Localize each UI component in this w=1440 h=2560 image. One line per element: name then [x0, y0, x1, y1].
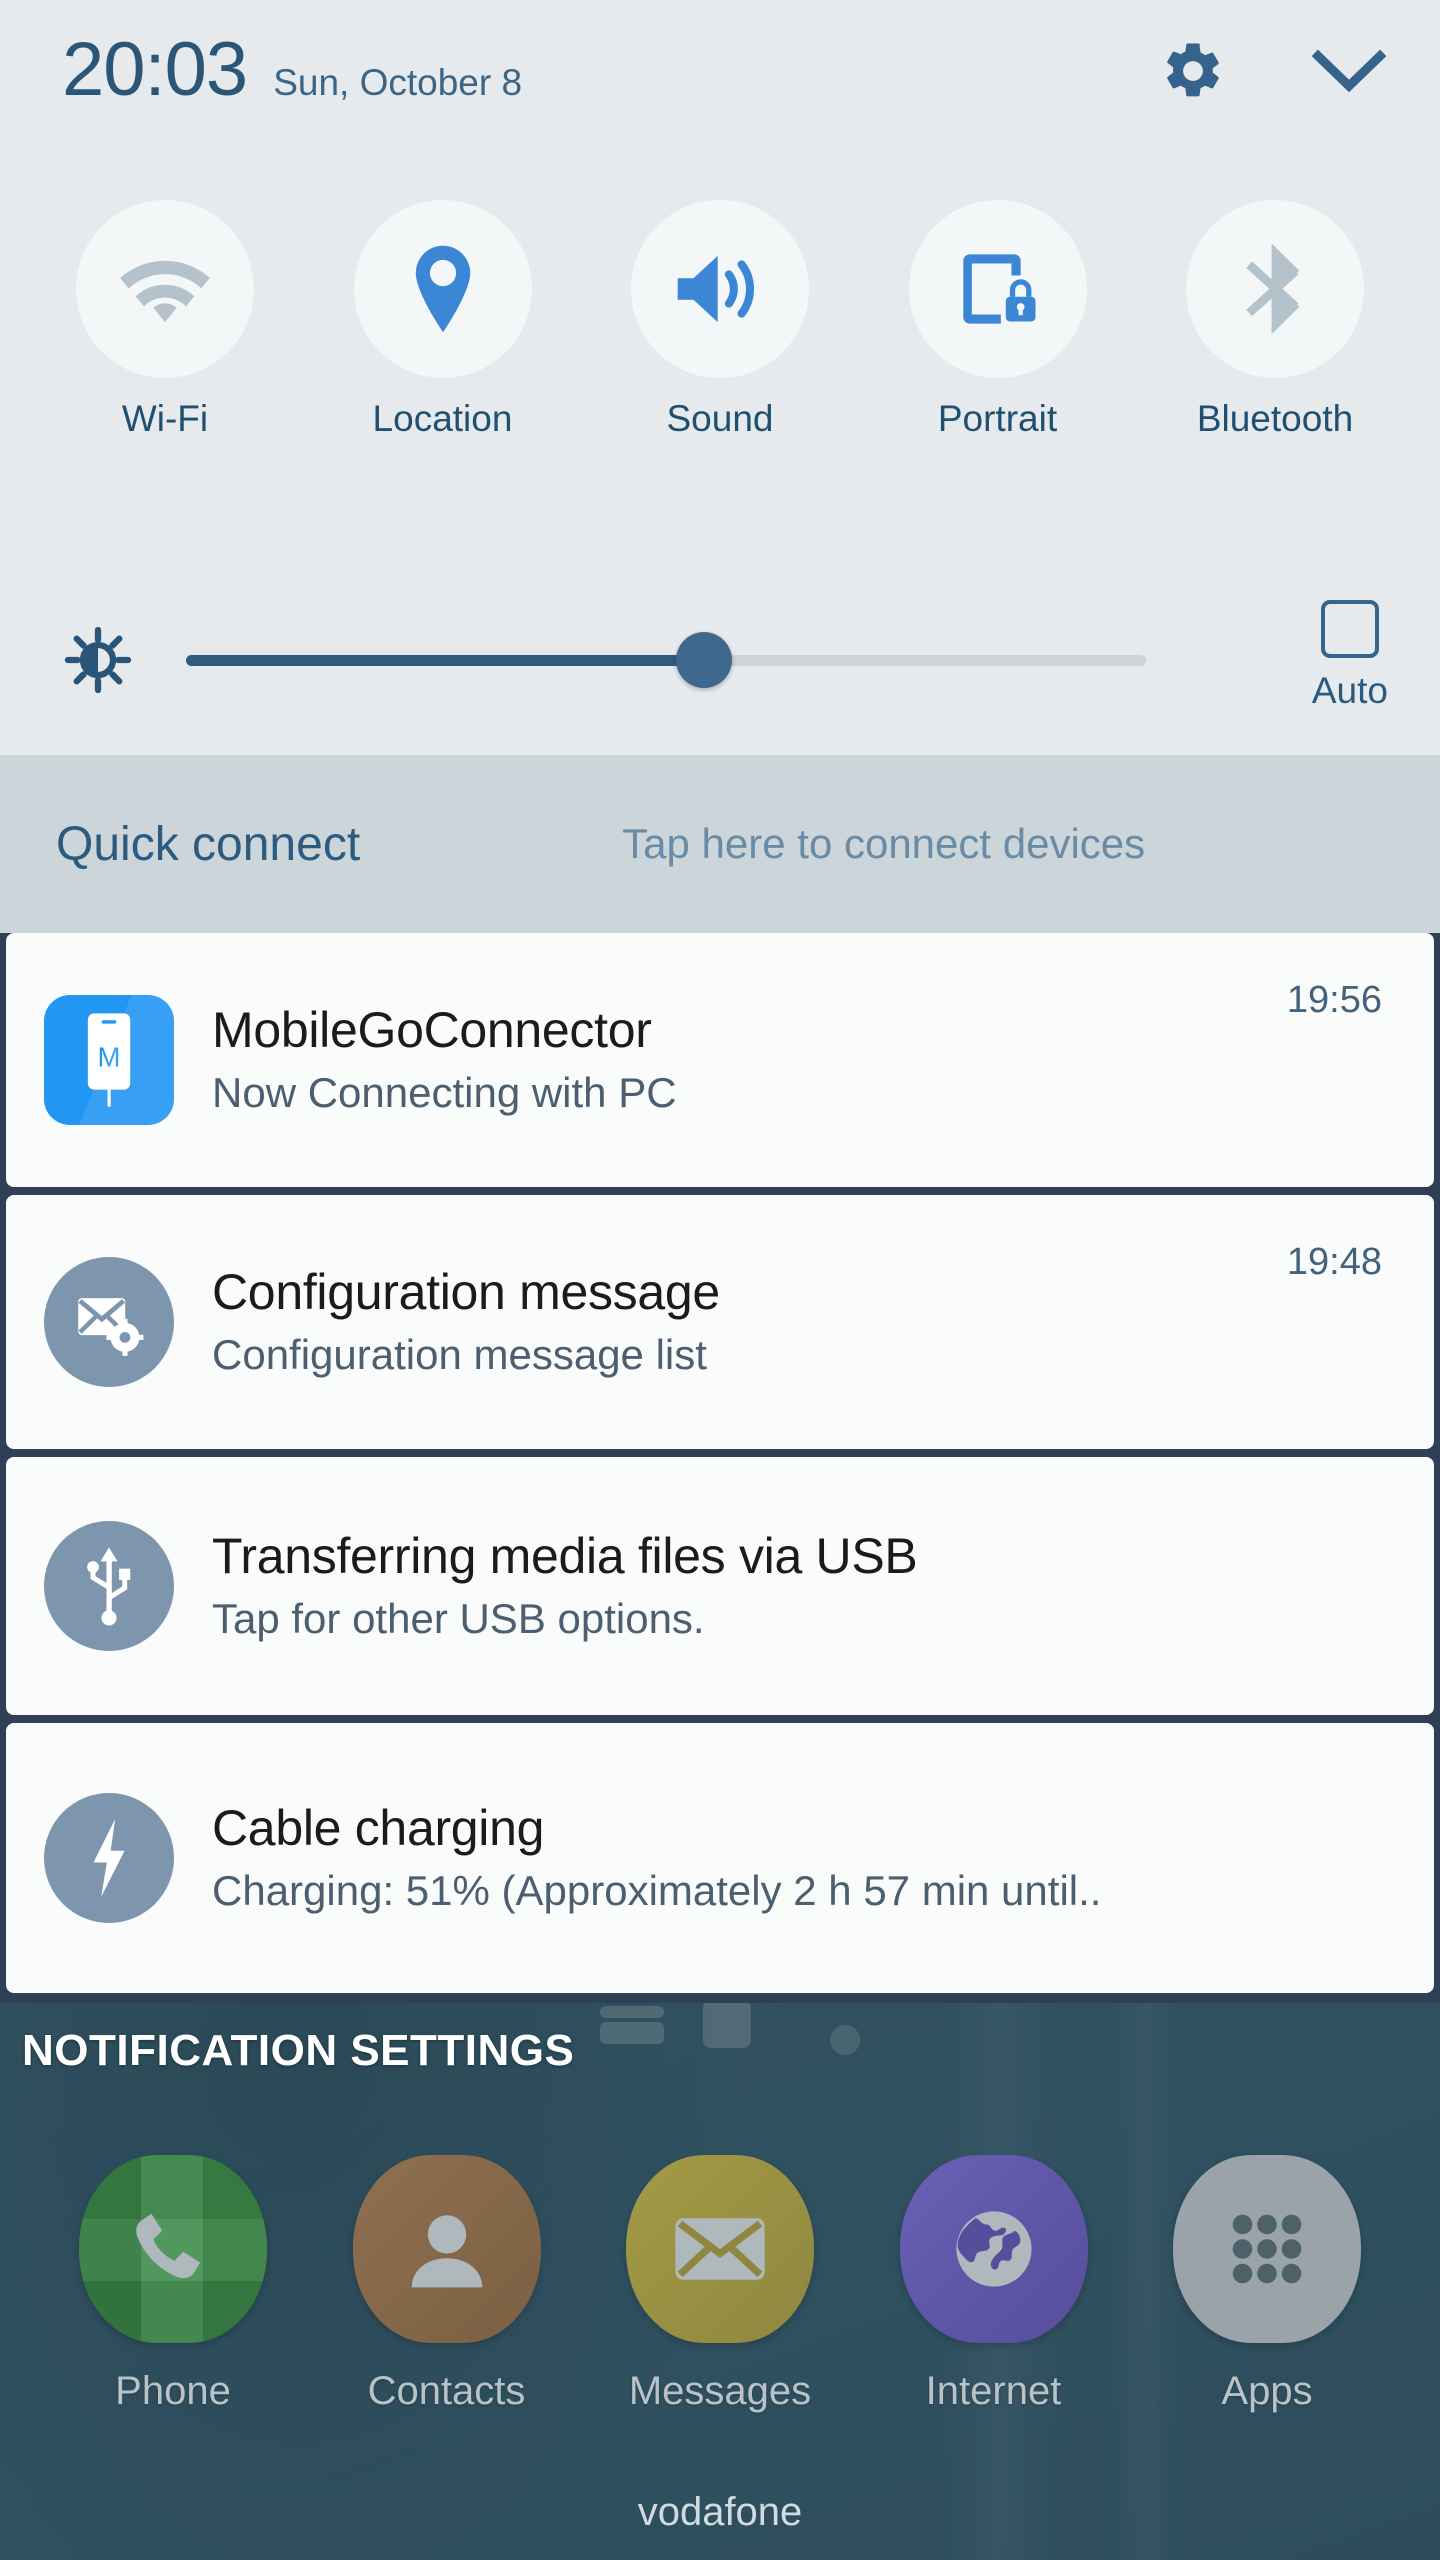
notification-item[interactable]: Transferring media files via USB Tap for… [6, 1457, 1434, 1715]
brightness-row [0, 590, 1440, 730]
app-grid-icon [1173, 2155, 1361, 2343]
quick-connect-hint: Tap here to connect devices [622, 820, 1146, 867]
notification-text: Configuration message list [212, 1331, 707, 1379]
carrier-label: vodafone [637, 2490, 803, 2534]
notification-settings-row[interactable]: NOTIFICATION SETTINGS [0, 2003, 1440, 2099]
toggle-label: Sound [666, 398, 774, 439]
toggle-circle [353, 200, 532, 378]
envelope-icon [626, 2155, 814, 2343]
quick-toggle-row: Wi-Fi Location Sound Portrait Bluetooth [0, 200, 1440, 440]
notification-list: M MobileGoConnector Now Connecting with … [0, 933, 1440, 2003]
toggle-label: Wi-Fi [121, 398, 209, 439]
auto-brightness-label: Auto [1311, 670, 1388, 711]
dock-label: Apps [1221, 2369, 1313, 2413]
dock-label: Contacts [367, 2369, 526, 2413]
toggle-circle [631, 200, 809, 378]
notification-time: 19:48 [1286, 1241, 1382, 1283]
speaker-icon [677, 255, 754, 323]
quick-toggle-portrait[interactable]: Portrait [873, 200, 1123, 440]
toggle-label: Bluetooth [1196, 398, 1354, 439]
header-icons [1160, 38, 1386, 104]
notification-icon-slot [6, 1793, 212, 1923]
notification-body: Cable charging Charging: 51% (Approximat… [212, 1800, 1382, 1916]
notification-item[interactable]: Configuration message Configuration mess… [6, 1195, 1434, 1449]
notification-title: MobileGoConnector [212, 1002, 652, 1059]
quick-toggle-location[interactable]: Location [318, 200, 568, 440]
notification-title: Cable charging [212, 1800, 545, 1857]
toggle-circle [76, 200, 254, 378]
dock-label: Messages [628, 2369, 812, 2413]
notification-item[interactable]: M MobileGoConnector Now Connecting with … [6, 933, 1434, 1187]
chevron-down-icon[interactable] [1312, 46, 1386, 96]
quick-settings-panel: 20:03 Sun, October 8 Wi-Fi Location Soun… [0, 0, 1440, 755]
toggle-label: Portrait [937, 398, 1058, 439]
clock-time: 20:03 [62, 27, 248, 112]
auto-brightness-toggle[interactable]: Auto [1312, 600, 1388, 712]
notification-item[interactable]: Cable charging Charging: 51% (Approximat… [6, 1723, 1434, 1993]
notification-icon-slot [6, 1257, 212, 1387]
phone-handset-icon [79, 2155, 267, 2343]
notification-text: Now Connecting with PC [212, 1069, 677, 1117]
notification-title: Configuration message [212, 1264, 720, 1321]
quick-toggle-sound[interactable]: Sound [595, 200, 845, 440]
notification-icon-slot: M [6, 995, 212, 1125]
clock-area: 20:03 Sun, October 8 [62, 32, 522, 108]
rotation-lock-icon [962, 254, 1036, 324]
auto-brightness-checkbox[interactable] [1320, 600, 1379, 658]
person-icon [352, 2155, 541, 2343]
globe-icon [899, 2155, 1088, 2343]
envelope-gear-icon [44, 1257, 174, 1387]
lightning-bolt-icon [44, 1793, 174, 1923]
quick-connect-row[interactable]: Quick connect Tap here to connect device… [0, 755, 1440, 933]
dock-label: Phone [115, 2369, 231, 2413]
wifi-icon [120, 260, 210, 323]
slider-fill [186, 654, 705, 666]
notification-title: Transferring media files via USB [212, 1528, 918, 1585]
dock-item-phone[interactable]: Phone [58, 2155, 288, 2414]
notification-text: Charging: 51% (Approximately 2 h 57 min … [212, 1867, 1102, 1915]
toggle-circle [908, 200, 1087, 378]
mobilego-phone-icon: M [44, 995, 174, 1125]
notification-icon-slot [6, 1521, 212, 1651]
quick-connect-title: Quick connect [56, 817, 361, 871]
usb-icon [44, 1521, 174, 1651]
dock-item-messages[interactable]: Messages [605, 2155, 835, 2414]
brightness-slider[interactable] [186, 632, 1146, 688]
quick-toggle-wifi[interactable]: Wi-Fi [40, 200, 290, 440]
notification-time: 19:56 [1286, 979, 1382, 1021]
gear-icon[interactable] [1160, 38, 1226, 104]
dock-item-internet[interactable]: Internet [879, 2155, 1109, 2414]
brightness-icon [62, 624, 134, 696]
notification-body: Transferring media files via USB Tap for… [212, 1528, 1382, 1644]
dock-label: Internet [925, 2369, 1062, 2413]
location-pin-icon [415, 245, 470, 333]
status-bar: 20:03 Sun, October 8 [0, 0, 1440, 150]
notification-body: MobileGoConnector Now Connecting with PC [212, 1002, 1287, 1118]
dock-item-apps[interactable]: Apps [1152, 2155, 1382, 2414]
notification-settings-label: NOTIFICATION SETTINGS [22, 2026, 575, 2075]
bluetooth-icon [1246, 243, 1300, 335]
slider-thumb[interactable] [676, 632, 733, 688]
toggle-label: Location [372, 398, 513, 439]
dock-item-contacts[interactable]: Contacts [332, 2155, 562, 2414]
home-dock: Phone Contacts Messages Internet Apps [0, 2155, 1440, 2414]
notification-body: Configuration message Configuration mess… [212, 1264, 1287, 1380]
clock-date: Sun, October 8 [273, 62, 523, 103]
notification-text: Tap for other USB options. [212, 1595, 705, 1643]
toggle-circle [1186, 200, 1364, 378]
quick-toggle-bluetooth[interactable]: Bluetooth [1150, 200, 1400, 440]
